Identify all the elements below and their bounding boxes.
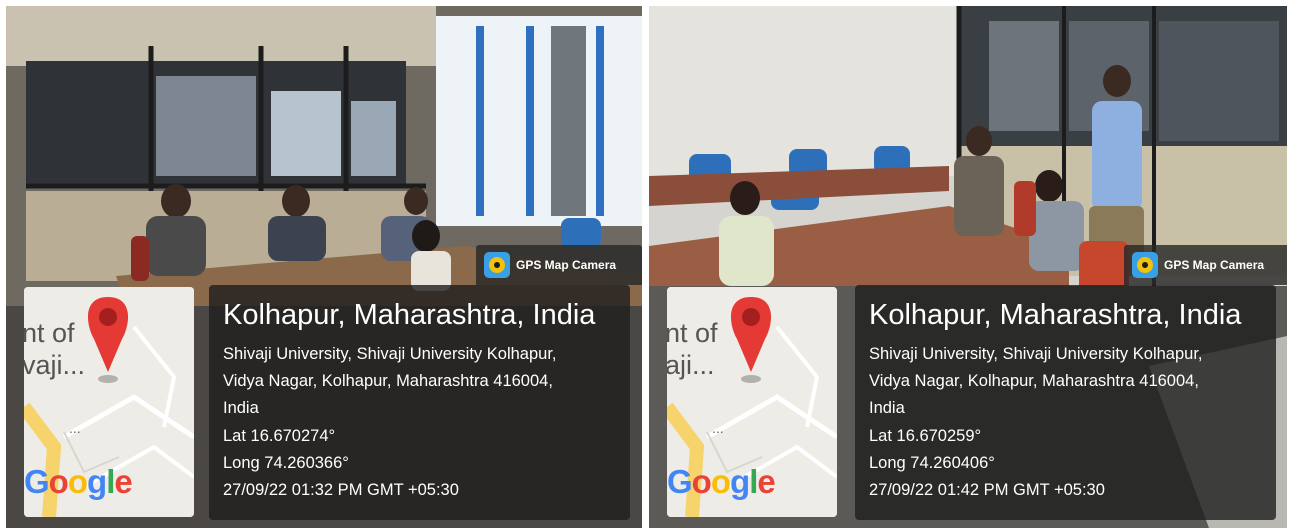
photo-right: GPS Map Camera ... nt of aji... Google K… — [649, 6, 1287, 528]
google-letter: g — [730, 463, 750, 500]
map-more-dots: ... — [69, 420, 81, 436]
google-letter: o — [710, 463, 731, 500]
location-info-panel: Kolhapur, Maharashtra, India Shivaji Uni… — [855, 285, 1276, 520]
google-letter: G — [24, 463, 50, 500]
address-line-1: Shivaji University, Shivaji University K… — [223, 345, 557, 363]
google-letter: G — [667, 463, 693, 500]
address-line-2: Vidya Nagar, Kolhapur, Maharashtra 41600… — [223, 372, 553, 390]
mini-map: ... nt of aji... Google — [667, 287, 837, 517]
address-line-3: India — [223, 399, 259, 417]
longitude: Long 74.260406° — [869, 454, 995, 472]
mini-map: ... nt of vaji... Google — [24, 287, 194, 517]
gps-badge-label: GPS Map Camera — [516, 258, 617, 272]
address-line-3: India — [869, 399, 905, 417]
gps-camera-logo-icon — [484, 252, 510, 278]
longitude: Long 74.260366° — [223, 454, 349, 472]
gps-map-camera-badge: GPS Map Camera — [1124, 245, 1287, 285]
location-info-panel: Kolhapur, Maharashtra, India Shivaji Uni… — [209, 285, 630, 520]
address-line-1: Shivaji University, Shivaji University K… — [869, 345, 1203, 363]
map-more-dots: ... — [712, 420, 724, 436]
gps-camera-logo-icon — [1132, 252, 1158, 278]
google-letter: e — [114, 463, 132, 500]
google-logo: Google — [667, 463, 776, 501]
latitude: Lat 16.670274° — [223, 427, 336, 445]
google-letter: e — [757, 463, 775, 500]
google-letter: o — [67, 463, 88, 500]
map-place-label-2: aji... — [667, 350, 715, 380]
google-letter: o — [48, 463, 69, 500]
google-letter: g — [87, 463, 107, 500]
map-place-label-2: vaji... — [24, 350, 86, 380]
photo-left: GPS Map Camera ... nt of vaji... Google — [6, 6, 642, 528]
google-letter: o — [691, 463, 712, 500]
timestamp: 27/09/22 01:32 PM GMT +05:30 — [223, 481, 459, 499]
map-place-label-1: nt of — [667, 318, 718, 348]
gps-badge-label: GPS Map Camera — [1164, 258, 1265, 272]
city-title: Kolhapur, Maharashtra, India — [869, 299, 1242, 331]
latitude: Lat 16.670259° — [869, 427, 982, 445]
gps-map-camera-badge: GPS Map Camera — [476, 245, 642, 285]
google-logo: Google — [24, 463, 133, 501]
city-title: Kolhapur, Maharashtra, India — [223, 299, 596, 331]
timestamp: 27/09/22 01:42 PM GMT +05:30 — [869, 481, 1105, 499]
map-place-label-1: nt of — [24, 318, 75, 348]
address-line-2: Vidya Nagar, Kolhapur, Maharashtra 41600… — [869, 372, 1199, 390]
